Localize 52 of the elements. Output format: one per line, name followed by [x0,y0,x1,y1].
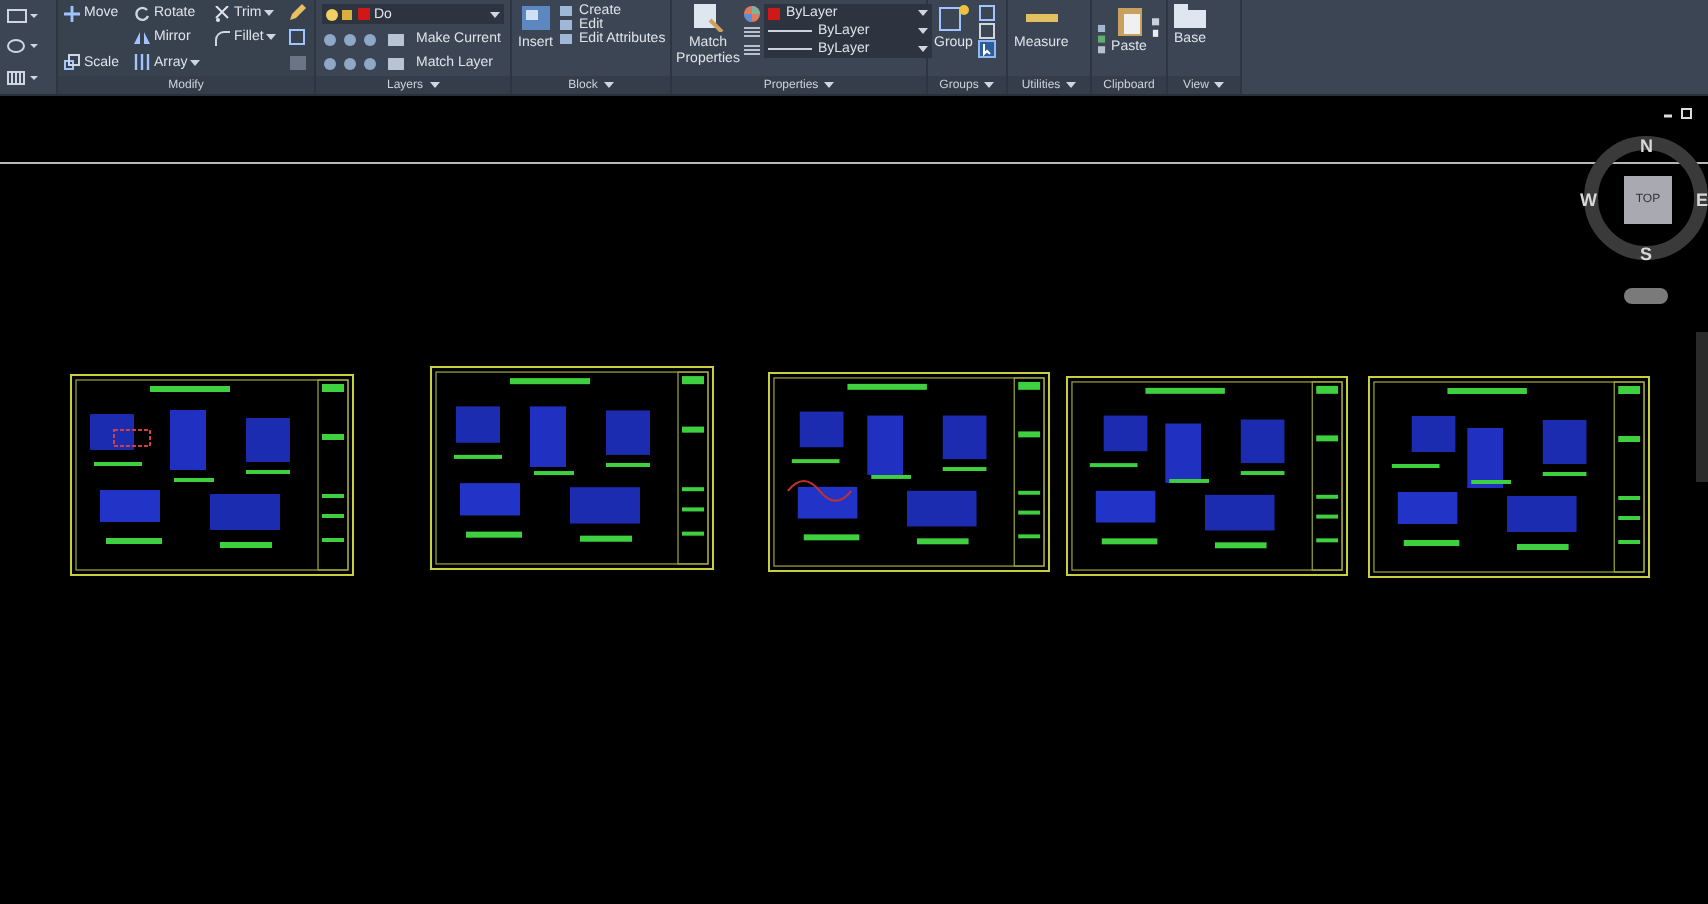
caret-icon[interactable] [1214,82,1225,88]
move-icon [64,5,80,22]
mirror-icon [134,29,150,46]
caret-icon[interactable] [189,59,200,66]
pencil-icon[interactable] [288,4,308,23]
base-view-icon [1174,4,1206,28]
caret-icon[interactable] [265,34,276,41]
copy-icon[interactable] [288,28,308,47]
bulb-icon [326,7,354,22]
layer-tools-icon[interactable] [322,55,410,72]
scale-icon [64,54,80,71]
compass-label[interactable]: W [1580,190,1597,210]
drawing-sheet[interactable] [70,374,354,576]
selection-icon[interactable] [978,40,997,58]
layer-tools-icon[interactable] [322,31,410,48]
caret-icon[interactable] [1066,82,1077,88]
caret-icon [918,10,928,16]
caret-icon[interactable] [429,82,439,88]
ellipse-icon[interactable] [6,38,38,55]
color-swatch [358,8,370,21]
compass-label[interactable]: N [1640,136,1653,156]
group-edit-icon[interactable] [978,22,997,40]
color-swatch [768,7,780,19]
group-icon [937,4,970,32]
drawing-sheet[interactable] [430,366,714,570]
line-sample [768,48,812,50]
array-icon [134,54,150,71]
caret-icon[interactable] [824,82,835,88]
rotate-icon [134,5,150,22]
caret-icon [490,11,500,18]
drawing-sheet[interactable] [1066,376,1348,576]
rectangle-icon[interactable] [6,8,38,25]
caret-icon [918,46,928,52]
compass-label[interactable]: E [1696,190,1708,210]
drawing-sheet[interactable] [1368,376,1650,578]
insert-block-icon [519,4,552,32]
brush-icon [692,4,724,32]
coordinate-system-menu[interactable] [1624,288,1668,304]
scissors-icon [214,5,230,22]
caret-icon [918,28,928,34]
ungroup-icon[interactable] [978,4,997,22]
fillet-icon [214,29,230,46]
compass-label[interactable]: S [1640,244,1653,264]
color-wheel-icon [744,5,760,21]
hatch-icon[interactable] [6,69,38,86]
line-sample [768,30,812,32]
caret-icon[interactable] [263,10,274,17]
caret-icon[interactable] [603,82,614,88]
clipboard-icon [1115,4,1143,36]
window-controls-icon[interactable] [1664,108,1692,120]
drawing-sheet[interactable] [768,372,1050,572]
caret-icon[interactable] [984,82,995,88]
